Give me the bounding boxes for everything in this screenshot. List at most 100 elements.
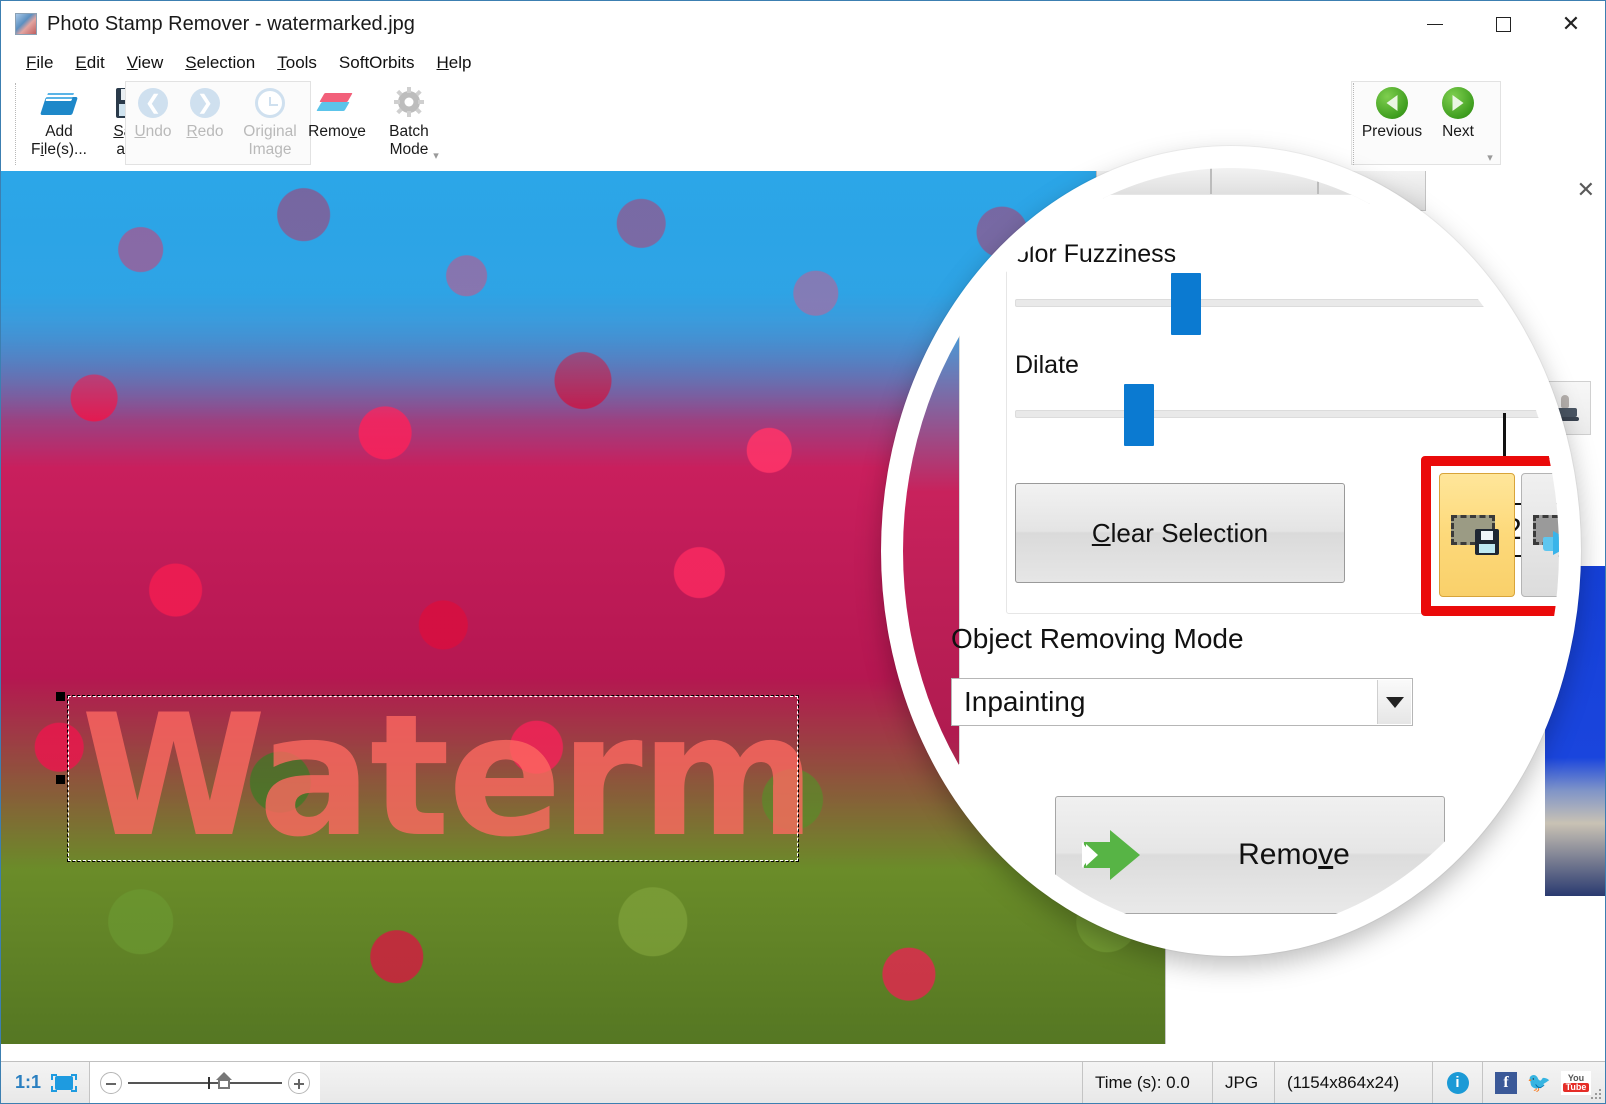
redo-button[interactable]: ❯ Redo (179, 81, 231, 141)
ribbon-nav-expand-icon[interactable]: ▾ (1483, 153, 1497, 164)
save-selection-button[interactable] (1439, 473, 1515, 597)
selection-marquee[interactable] (56, 692, 799, 862)
facebook-icon[interactable]: f (1495, 1071, 1517, 1094)
add-files-button[interactable]: Add File(s)... (23, 81, 95, 159)
ribbon-toolbar: Add File(s)... Save as... ❮ Undo ❯ Redo (1, 79, 1605, 171)
color-fuzziness-label: olor Fuzziness (1015, 240, 1177, 268)
magnified-panel-content: olor Fuzziness Dilate 2 Clear Selection (903, 168, 1559, 934)
status-bar: 1:1 Time (s): 0.0 JPG (1154x864x24) i f … (1, 1061, 1605, 1103)
batch-mode-button[interactable]: Batch Mode (373, 81, 445, 159)
social-cell: f 🐦 You Tube (1483, 1062, 1605, 1103)
magnifier-lens: olor Fuzziness Dilate 2 Clear Selection (881, 146, 1581, 956)
zoom-in-icon[interactable] (288, 1071, 311, 1094)
zoom-ratio-cell[interactable]: 1:1 (1, 1062, 91, 1103)
ribbon-history-buttons: ❮ Undo ❯ Redo Original Image (127, 81, 309, 169)
redo-arrow-icon: ❯ (186, 87, 224, 119)
open-folder-icon (40, 87, 78, 119)
menu-bar: File Edit View Selection Tools SoftOrbit… (1, 47, 1605, 79)
maximize-icon (1495, 16, 1511, 32)
close-icon: ✕ (1561, 11, 1581, 36)
original-image-button[interactable]: Original Image (231, 81, 309, 159)
status-spacer (320, 1062, 1083, 1103)
clear-selection-button[interactable]: Clear Selection (1015, 483, 1345, 583)
minimize-icon (1427, 23, 1443, 25)
remove-ribbon-button[interactable]: Remove (301, 81, 373, 141)
zoom-ratio-label: 1:1 (15, 1072, 42, 1092)
twitter-icon[interactable]: 🐦 (1527, 1072, 1551, 1094)
object-removing-mode-select[interactable]: Inpainting (951, 678, 1413, 726)
load-selection-button[interactable] (1521, 473, 1559, 597)
window-title: Photo Stamp Remover - watermarked.jpg (47, 12, 415, 35)
format-cell: JPG (1213, 1062, 1275, 1103)
close-button[interactable]: ✕ (1537, 1, 1605, 47)
save-selection-icon (1449, 511, 1505, 559)
green-double-arrow-icon (1082, 830, 1144, 880)
dilate-slider-thumb[interactable] (1124, 384, 1154, 446)
youtube-icon[interactable]: You Tube (1561, 1070, 1591, 1095)
ribbon-divider-left (15, 83, 16, 165)
resize-grip[interactable] (1590, 1088, 1602, 1100)
green-right-arrow-icon (1439, 87, 1477, 119)
color-fuzziness-slider-thumb[interactable] (1171, 273, 1201, 335)
info-icon[interactable]: i (1446, 1071, 1469, 1094)
menu-edit[interactable]: Edit (64, 51, 115, 75)
add-files-label-line2: File(s)... (31, 141, 87, 158)
zoom-out-icon[interactable] (100, 1071, 123, 1094)
original-image-label-line2: Image (248, 141, 292, 158)
zoom-slider[interactable] (90, 1062, 321, 1103)
menu-softorbits[interactable]: SoftOrbits (328, 51, 426, 75)
selection-handle-tl[interactable] (56, 692, 65, 701)
color-fuzziness-slider-track[interactable] (1015, 273, 1559, 335)
magnifier-ring: olor Fuzziness Dilate 2 Clear Selection (881, 146, 1581, 956)
ribbon-divider-nav (1353, 83, 1354, 165)
previous-button[interactable]: Previous (1357, 81, 1427, 141)
object-removing-mode-label: Object Removing Mode (951, 623, 1244, 654)
ribbon-expand-icon[interactable]: ▾ (429, 151, 443, 162)
green-left-arrow-icon (1373, 87, 1411, 119)
title-bar: Photo Stamp Remover - watermarked.jpg ✕ (1, 1, 1605, 47)
remove-ribbon-label: Remove (308, 123, 366, 140)
remove-button-label: Remove (1238, 838, 1350, 871)
clock-history-icon (251, 87, 289, 119)
eraser-icon (318, 87, 356, 119)
object-removing-mode-value: Inpainting (964, 686, 1086, 717)
batch-mode-label-line2: Mode (389, 141, 429, 158)
original-image-label-line1: Original (243, 123, 297, 140)
panel-close-icon[interactable]: ✕ (1577, 179, 1595, 201)
menu-selection[interactable]: Selection (174, 51, 266, 75)
add-files-label-line1: Add (45, 123, 73, 140)
dilate-label: Dilate (1015, 351, 1079, 379)
next-button[interactable]: Next (1427, 81, 1489, 141)
info-cell[interactable]: i (1433, 1062, 1483, 1103)
clear-selection-label: Clear Selection (1091, 517, 1269, 548)
actual-size-icon[interactable] (215, 1071, 232, 1090)
ribbon-nav-buttons: Previous Next (1357, 81, 1489, 169)
remove-button[interactable]: Remove (1055, 796, 1445, 914)
undo-arrow-icon: ❮ (134, 87, 172, 119)
chevron-down-icon[interactable] (1377, 680, 1411, 724)
magnified-corner-marker (1503, 413, 1553, 459)
application-window: Photo Stamp Remover - watermarked.jpg ✕ … (0, 0, 1606, 1104)
fit-to-window-icon[interactable] (51, 1073, 78, 1092)
ribbon-group-actions: Remove Batch Mode (301, 81, 445, 169)
load-selection-icon (1531, 511, 1559, 559)
menu-file[interactable]: File (15, 51, 64, 75)
gear-icon (390, 87, 428, 119)
previous-label: Previous (1361, 123, 1423, 140)
app-photo-icon (15, 13, 37, 35)
menu-view[interactable]: View (116, 51, 175, 75)
zoom-slider-thumb[interactable] (208, 1076, 211, 1089)
undo-button[interactable]: ❮ Undo (127, 81, 179, 141)
selection-handle-ml[interactable] (56, 775, 65, 784)
time-cell: Time (s): 0.0 (1083, 1062, 1213, 1103)
batch-mode-label-line1: Batch (389, 123, 429, 140)
magnified-photo-edge (903, 168, 959, 934)
menu-help[interactable]: Help (426, 51, 483, 75)
minimize-button[interactable] (1401, 1, 1469, 47)
maximize-button[interactable] (1469, 1, 1537, 47)
dilate-slider-track[interactable] (1015, 384, 1559, 446)
zoom-slider-track[interactable] (128, 1071, 283, 1089)
next-label: Next (1442, 123, 1474, 140)
dimensions-cell: (1154x864x24) (1275, 1062, 1433, 1103)
menu-tools[interactable]: Tools (266, 51, 328, 75)
